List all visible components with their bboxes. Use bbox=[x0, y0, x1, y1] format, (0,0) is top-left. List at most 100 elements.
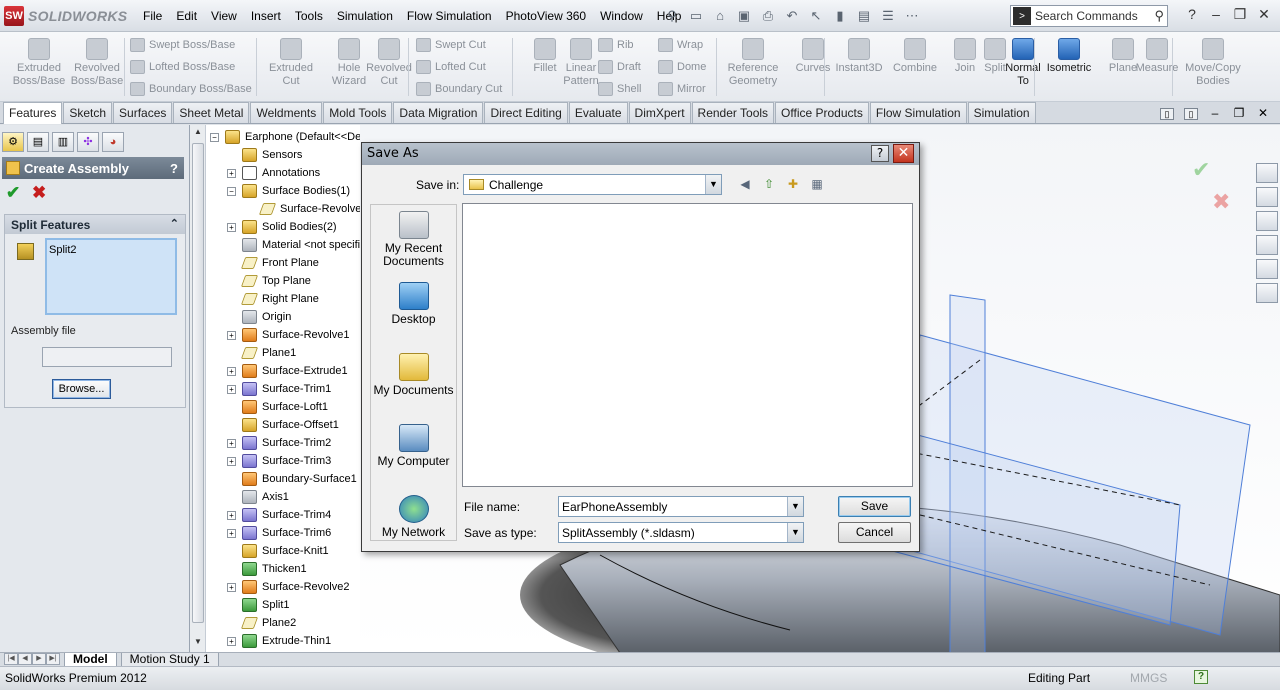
expand-icon[interactable]: + bbox=[227, 438, 236, 448]
print-icon[interactable]: ⎙ bbox=[759, 7, 777, 24]
tree-item[interactable]: Right Plane bbox=[227, 290, 319, 308]
place-my-network[interactable]: My Network bbox=[371, 495, 456, 539]
tab-data-migration[interactable]: Data Migration bbox=[393, 102, 484, 123]
tab-render-tools[interactable]: Render Tools bbox=[691, 102, 775, 123]
save-as-type-dropdown[interactable]: SplitAssembly (*.sldasm) ▼ bbox=[558, 522, 804, 543]
dropdown-arrow-icon[interactable]: ▼ bbox=[787, 497, 803, 516]
tree-item[interactable]: + Surface-Revolve1 bbox=[227, 326, 349, 344]
tree-item[interactable]: + Annotations bbox=[227, 164, 320, 182]
feature-manager-tab-icon[interactable]: ⚙ bbox=[2, 132, 24, 152]
place-desktop[interactable]: Desktop bbox=[371, 282, 456, 326]
split-features-list[interactable]: Split2 bbox=[45, 238, 177, 315]
scroll-thumb[interactable] bbox=[192, 143, 204, 623]
expand-icon[interactable]: + bbox=[227, 222, 236, 232]
dialog-title-bar[interactable]: Save As ? ✕ bbox=[362, 143, 919, 165]
tree-item[interactable]: Front Plane bbox=[227, 254, 319, 272]
tree-item[interactable]: + Surface-Trim2 bbox=[227, 434, 331, 452]
tree-item[interactable]: Surface-Loft1 bbox=[227, 398, 328, 416]
tab-sketch[interactable]: Sketch bbox=[63, 102, 113, 123]
scroll-down-icon[interactable]: ▼ bbox=[191, 637, 205, 651]
tab-sheet-metal[interactable]: Sheet Metal bbox=[173, 102, 250, 123]
expand-icon[interactable]: + bbox=[227, 366, 236, 376]
options-icon[interactable]: ☰ bbox=[879, 7, 897, 24]
ribbon-revolved-cut-button[interactable]: Revolved Cut bbox=[360, 38, 418, 88]
solidworks-resources-icon[interactable] bbox=[1256, 163, 1278, 183]
assembly-file-field[interactable] bbox=[42, 347, 172, 367]
solidworks-logo[interactable]: SW SOLIDWORKS bbox=[4, 5, 128, 27]
ribbon-swept-boss-button[interactable]: Swept Boss/Base bbox=[130, 38, 235, 52]
tree-item[interactable]: Surface-Knit1 bbox=[227, 542, 329, 560]
tab-motion-study[interactable]: Motion Study 1 bbox=[120, 653, 219, 667]
tab-features[interactable]: Features bbox=[3, 102, 63, 124]
help-menu-icon[interactable]: ? bbox=[1184, 6, 1200, 24]
view-palette-icon[interactable] bbox=[1256, 235, 1278, 255]
more-icon[interactable]: ⋯ bbox=[903, 7, 921, 24]
ribbon-move-copy-bodies-button[interactable]: Move/Copy Bodies bbox=[1184, 38, 1242, 88]
tab-model[interactable]: Model bbox=[64, 653, 117, 667]
tree-item[interactable]: Split1 bbox=[227, 596, 290, 614]
doc-close-icon[interactable]: ✕ bbox=[1256, 107, 1270, 120]
tab-mold-tools[interactable]: Mold Tools bbox=[323, 102, 393, 123]
pin-icon[interactable]: ⚲ bbox=[663, 7, 681, 24]
tree-item[interactable]: Sensors bbox=[227, 146, 302, 164]
tree-scrollbar[interactable]: ▲ ▼ bbox=[190, 125, 206, 653]
ribbon-dome-button[interactable]: Dome bbox=[658, 60, 706, 74]
expand-icon[interactable]: + bbox=[227, 456, 236, 466]
tree-item[interactable]: Surface-Offset1 bbox=[227, 416, 339, 434]
prev-tab-icon[interactable]: ◀ bbox=[18, 653, 32, 665]
search-commands-box[interactable]: > Search Commands ⚲ bbox=[1010, 5, 1168, 27]
tree-item[interactable]: + Surface-Trim1 bbox=[227, 380, 331, 398]
tree-item[interactable]: + Surface-Extrude1 bbox=[227, 362, 348, 380]
tab-surfaces[interactable]: Surfaces bbox=[113, 102, 173, 123]
display-manager-tab-icon[interactable]: ◕ bbox=[102, 132, 124, 152]
save-in-dropdown[interactable]: Challenge ▼ bbox=[463, 174, 722, 195]
dropdown-arrow-icon[interactable]: ▼ bbox=[705, 175, 721, 194]
place-recent-documents[interactable]: My Recent Documents bbox=[371, 211, 456, 268]
design-library-icon[interactable] bbox=[1256, 187, 1278, 207]
search-icon[interactable]: ⚲ bbox=[1154, 8, 1167, 24]
file-list[interactable] bbox=[462, 203, 913, 487]
tree-item[interactable]: + Extrude-Thin1 bbox=[227, 632, 331, 650]
undo-icon[interactable]: ↶ bbox=[783, 7, 801, 24]
cancel-x-icon[interactable]: ✖ bbox=[32, 183, 46, 203]
tree-item[interactable]: Top Plane bbox=[227, 272, 311, 290]
tree-item[interactable]: Plane2 bbox=[227, 614, 296, 632]
appearances-icon[interactable] bbox=[1256, 259, 1278, 279]
property-manager-tab-icon[interactable]: ▤ bbox=[27, 132, 49, 152]
dialog-close-icon[interactable]: ✕ bbox=[893, 144, 914, 163]
new-folder-icon[interactable]: ✚ bbox=[785, 176, 801, 192]
tree-item[interactable]: − Surface Bodies(1) bbox=[227, 182, 350, 200]
tree-item[interactable]: + Surface-Revolve2 bbox=[227, 578, 349, 596]
tree-item[interactable]: + Surface-Trim4 bbox=[227, 506, 331, 524]
place-my-computer[interactable]: My Computer bbox=[371, 424, 456, 468]
tab-dimxpert[interactable]: DimXpert bbox=[628, 102, 691, 123]
ribbon-lofted-cut-button[interactable]: Lofted Cut bbox=[416, 60, 486, 74]
tree-item[interactable]: Thicken1 bbox=[227, 560, 307, 578]
expand-icon[interactable]: + bbox=[227, 528, 236, 538]
tile-icon[interactable]: ▯ bbox=[1160, 108, 1174, 120]
ribbon-measure-button[interactable]: Measure bbox=[1128, 38, 1186, 75]
save-icon[interactable]: ▣ bbox=[735, 7, 753, 24]
open-document-icon[interactable]: ⌂ bbox=[711, 7, 729, 24]
file-properties-icon[interactable]: ▤ bbox=[855, 7, 873, 24]
quick-tips-icon[interactable]: ? bbox=[1194, 670, 1208, 684]
tree-item[interactable]: + Solid Bodies(2) bbox=[227, 218, 337, 236]
ribbon-draft-button[interactable]: Draft bbox=[598, 60, 641, 74]
confirm-corner-cancel-icon[interactable]: ✖ bbox=[1212, 189, 1230, 214]
first-tab-icon[interactable]: |◀ bbox=[4, 653, 18, 665]
expand-icon[interactable]: + bbox=[227, 168, 236, 178]
confirm-corner-ok-icon[interactable]: ✔ bbox=[1192, 157, 1210, 182]
menu-photoview[interactable]: PhotoView 360 bbox=[499, 7, 594, 25]
last-tab-icon[interactable]: ▶| bbox=[46, 653, 60, 665]
tree-item[interactable]: + Surface-Trim6 bbox=[227, 524, 331, 542]
dimxpert-manager-tab-icon[interactable]: ✣ bbox=[77, 132, 99, 152]
tree-item[interactable]: Material <not specifie bbox=[227, 236, 360, 254]
browse-button[interactable]: Browse... bbox=[52, 379, 111, 399]
ribbon-shell-button[interactable]: Shell bbox=[598, 82, 641, 96]
back-icon[interactable]: ◀ bbox=[737, 176, 753, 192]
collapse-chevron-icon[interactable]: ⌃ bbox=[170, 217, 179, 230]
configuration-manager-tab-icon[interactable]: ▥ bbox=[52, 132, 74, 152]
ribbon-wrap-button[interactable]: Wrap bbox=[658, 38, 703, 52]
tree-item[interactable]: Surface-Revolve bbox=[245, 200, 360, 218]
expand-icon[interactable]: + bbox=[227, 510, 236, 520]
